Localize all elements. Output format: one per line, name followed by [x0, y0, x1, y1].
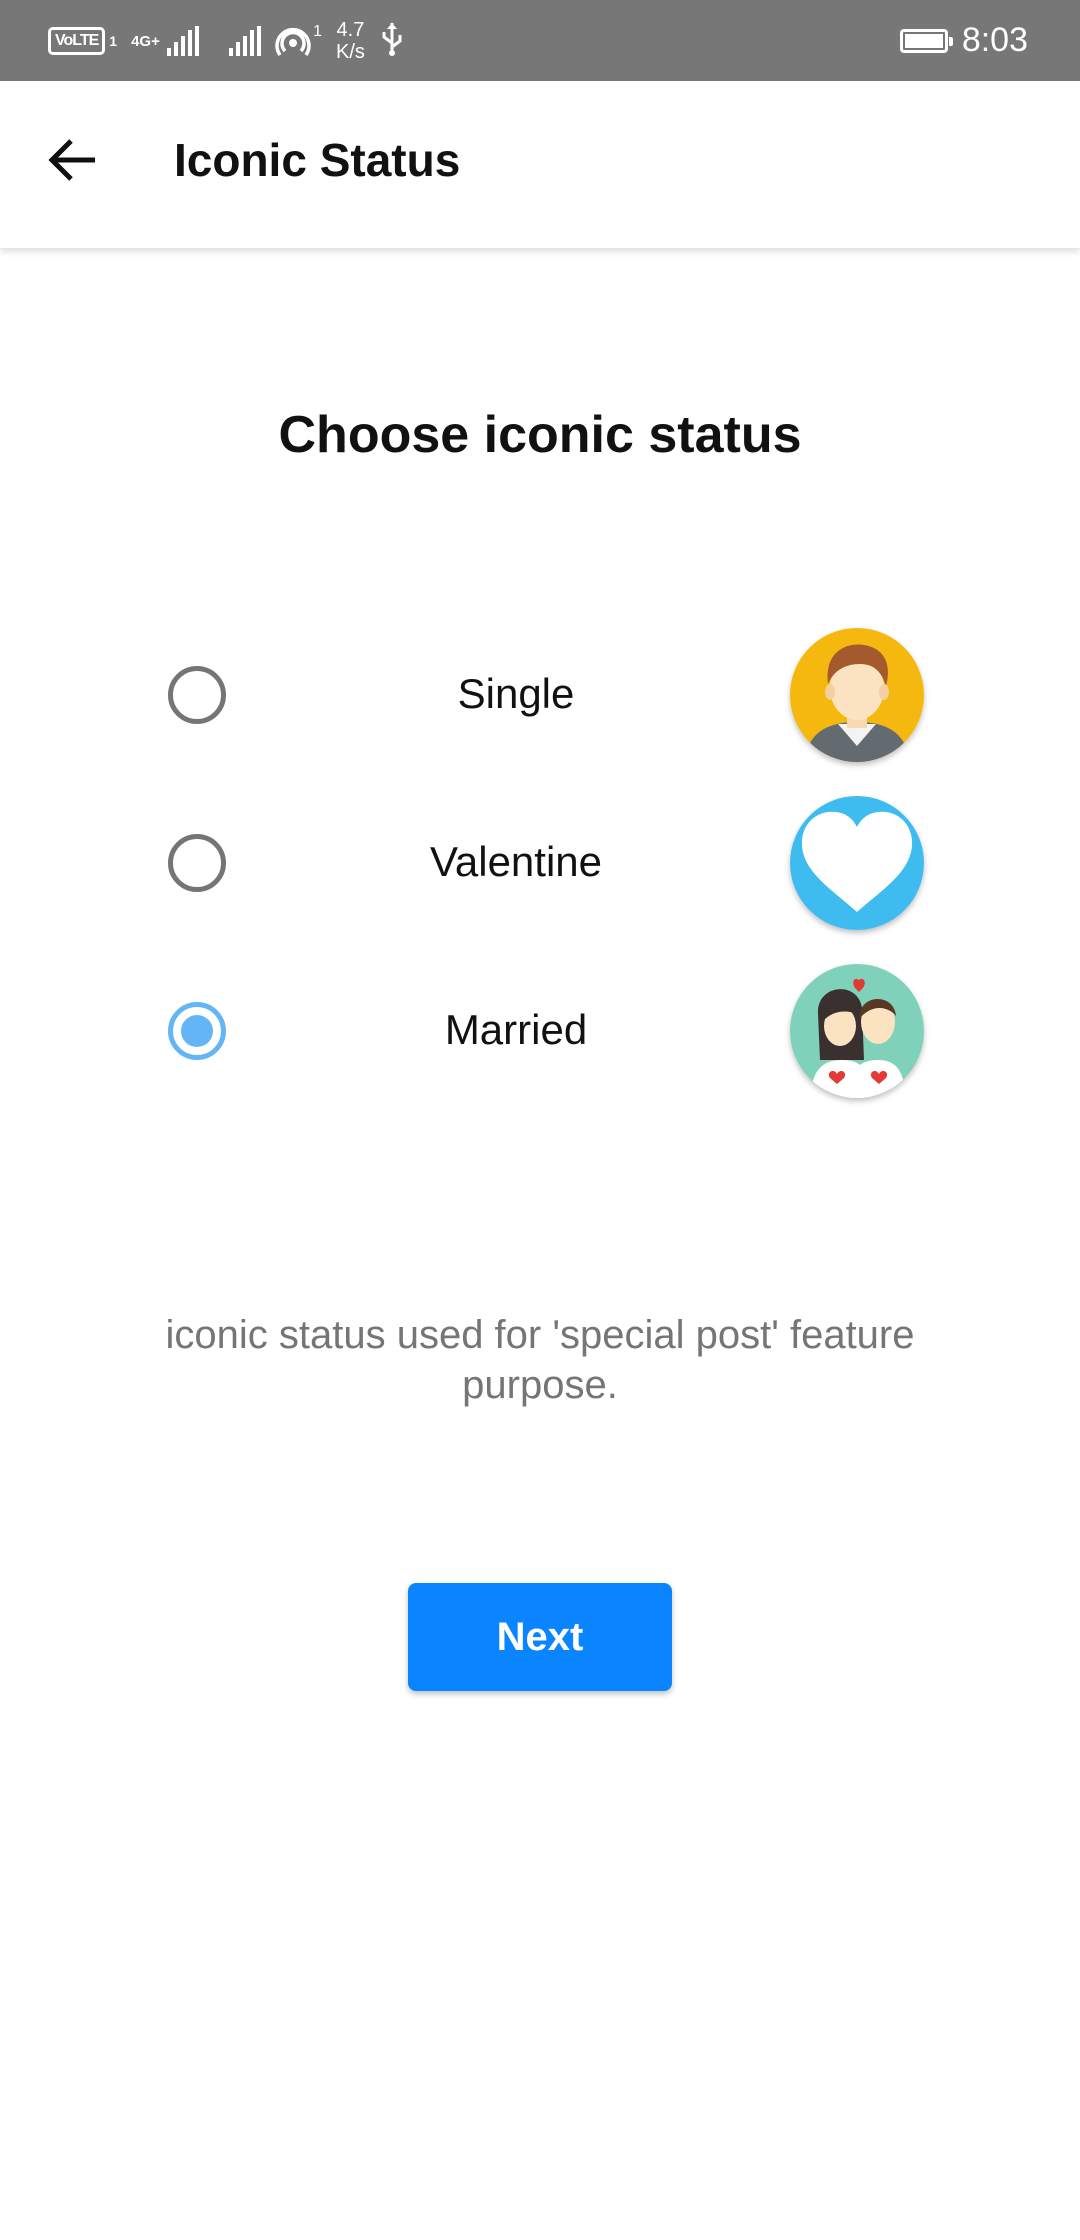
status-bar-right: 8:03: [899, 0, 1028, 81]
volte-badge: VoLTE: [48, 27, 106, 55]
back-button[interactable]: [38, 125, 108, 195]
radio-married[interactable]: [168, 1002, 226, 1060]
usb-icon: [379, 21, 405, 62]
option-married[interactable]: Married: [0, 954, 1080, 1104]
radio-single[interactable]: [168, 666, 226, 724]
battery-icon: [899, 28, 953, 53]
status-bar-left: VoLTE 1 4G+ 1 4.7 K/s: [48, 14, 405, 68]
speed-value: 4.7: [336, 19, 365, 41]
option-label: Single: [457, 670, 575, 717]
signal-icon: [167, 26, 200, 56]
clock: 8:03: [961, 21, 1028, 59]
option-label: Valentine: [429, 838, 603, 885]
status-bar: VoLTE 1 4G+ 1 4.7 K/s 8:03: [0, 0, 1080, 81]
sim-number: 1: [109, 33, 118, 49]
signal-icon: [229, 26, 262, 56]
speed-unit: K/s: [336, 41, 365, 63]
option-single[interactable]: Single: [0, 618, 1080, 768]
back-arrow-icon: [48, 139, 95, 181]
couple-icon: [790, 964, 924, 1098]
page-title: Iconic Status: [174, 134, 461, 186]
next-button[interactable]: Next: [408, 1583, 672, 1691]
heart-icon: [790, 796, 924, 930]
hotspot-count: 1: [313, 23, 322, 40]
single-avatar-icon: [790, 628, 924, 762]
section-heading: Choose iconic status: [278, 406, 802, 464]
network-type: 4G+: [131, 32, 160, 50]
hotspot-icon: 1: [275, 23, 322, 59]
radio-valentine[interactable]: [168, 834, 226, 892]
option-label: Married: [444, 1006, 588, 1053]
network-speed: 4.7 K/s: [336, 19, 365, 63]
info-note: iconic status used for 'special post' fe…: [165, 1313, 915, 1407]
app-bar: Iconic Status: [0, 81, 1080, 249]
option-valentine[interactable]: Valentine: [0, 786, 1080, 936]
